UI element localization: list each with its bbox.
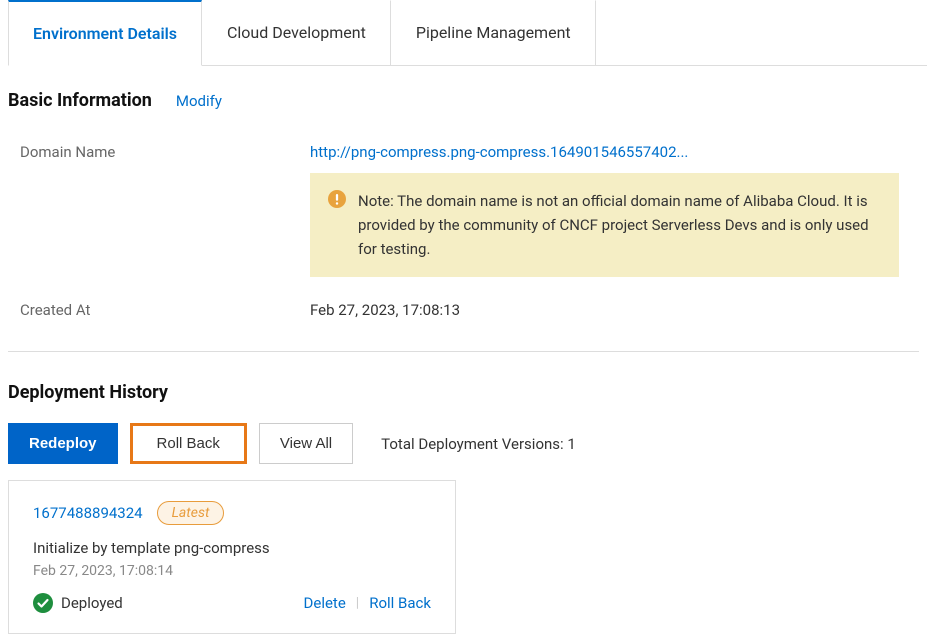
modify-link[interactable]: Modify (176, 92, 222, 110)
deployment-status: Deployed (33, 593, 123, 613)
tab-cloud-development[interactable]: Cloud Development (202, 0, 391, 65)
total-deploy-versions: Total Deployment Versions: 1 (381, 435, 576, 453)
deployment-card-footer: Deployed Delete | Roll Back (33, 593, 431, 613)
domain-name-value-container: http://png-compress.png-compress.1649015… (310, 143, 919, 277)
note-box: Note: The domain name is not an official… (310, 173, 899, 277)
success-icon (33, 593, 53, 613)
basic-info-header: Basic Information Modify (8, 90, 919, 111)
basic-info-title: Basic Information (8, 90, 152, 111)
note-text: Note: The domain name is not an official… (358, 189, 881, 261)
deployment-card: 1677488894324 Latest Initialize by templ… (8, 480, 456, 634)
created-at-row: Created At Feb 27, 2023, 17:08:13 (8, 293, 919, 335)
section-divider (8, 351, 919, 352)
deployment-description: Initialize by template png-compress (33, 539, 431, 557)
domain-name-row: Domain Name http://png-compress.png-comp… (8, 135, 919, 293)
deployment-date: Feb 27, 2023, 17:08:14 (33, 563, 431, 579)
view-all-button[interactable]: View All (259, 423, 353, 464)
rollback-button[interactable]: Roll Back (130, 423, 247, 464)
deployment-card-header: 1677488894324 Latest (33, 501, 431, 525)
action-divider: | (356, 595, 359, 611)
redeploy-button[interactable]: Redeploy (8, 423, 118, 464)
created-at-label: Created At (20, 301, 310, 319)
latest-badge: Latest (157, 501, 225, 525)
rollback-link[interactable]: Roll Back (369, 594, 431, 612)
deployment-card-actions: Delete | Roll Back (304, 594, 431, 612)
domain-name-label: Domain Name (20, 143, 310, 161)
tab-pipeline-management[interactable]: Pipeline Management (391, 0, 596, 65)
domain-name-link[interactable]: http://png-compress.png-compress.1649015… (310, 143, 688, 161)
tab-bar: Environment Details Cloud Development Pi… (8, 0, 927, 66)
deployment-status-text: Deployed (61, 594, 123, 612)
created-at-value: Feb 27, 2023, 17:08:13 (310, 301, 460, 319)
warning-icon (328, 190, 346, 208)
deployment-history-title: Deployment History (8, 382, 919, 403)
content-area: Basic Information Modify Domain Name htt… (0, 66, 927, 642)
tab-environment-details[interactable]: Environment Details (8, 0, 202, 66)
deployment-id-link[interactable]: 1677488894324 (33, 504, 143, 522)
delete-link[interactable]: Delete (304, 594, 346, 612)
deployment-actions-row: Redeploy Roll Back View All Total Deploy… (8, 423, 919, 464)
